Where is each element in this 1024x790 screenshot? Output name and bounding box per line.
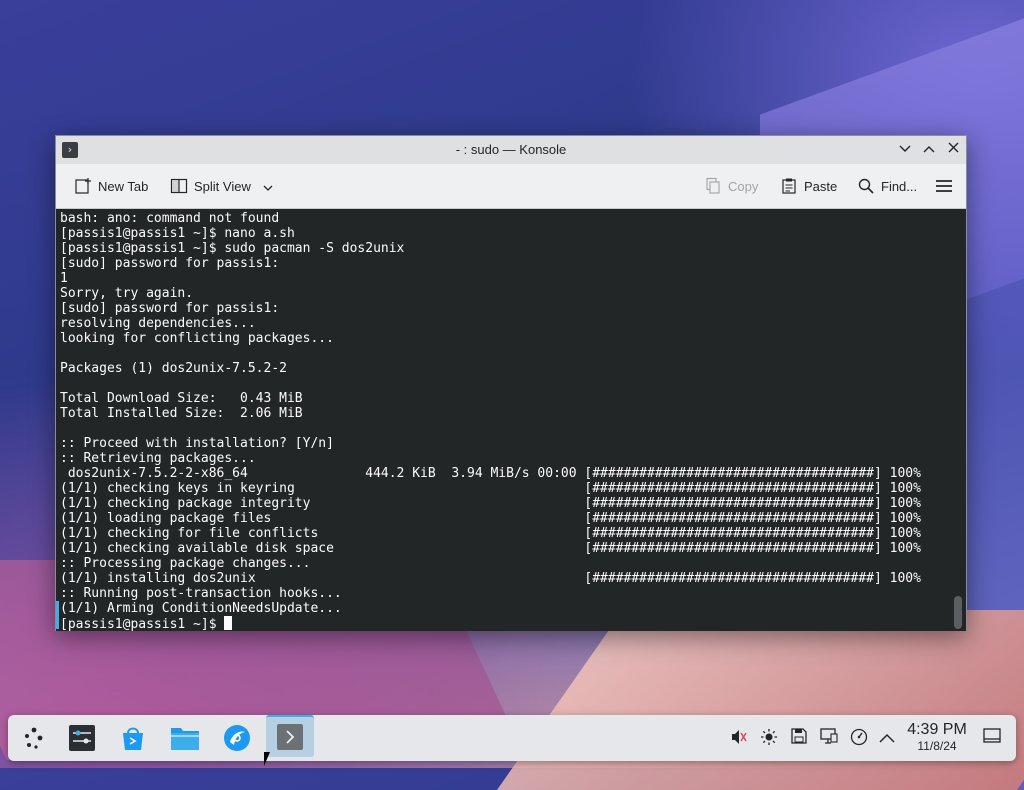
copy-button[interactable]: Copy [704,176,758,196]
terminal-line: resolving dependencies... [60,316,256,331]
new-tab-label: New Tab [98,178,149,194]
clock-date: 11/8/24 [917,739,957,753]
search-icon [857,177,875,195]
system-settings-icon [69,725,95,751]
terminal-text: bash: ano: command not found [passis1@pa… [56,209,966,631]
terminal-line: :: Retrieving packages... [60,451,256,466]
browser-icon [224,725,250,751]
hamburger-menu-button[interactable] [935,176,953,196]
paste-label: Paste [804,178,838,194]
expand-tray-icon[interactable] [877,728,897,748]
close-button[interactable] [943,140,963,160]
terminal-line: [passis1@passis1 ~]$ sudo pacman -S dos2… [60,241,405,256]
terminal-line: 1 [60,271,68,286]
terminal-line: Total Installed Size: 2.06 MiB [60,406,303,421]
toolbar: New Tab Split View Copy Paste Find... [56,164,966,209]
terminal-line: (1/1) installing dos2unix [#############… [60,571,921,586]
terminal-line: [sudo] password for passis1: [60,301,280,316]
paste-icon [780,177,798,195]
new-tab-button[interactable]: New Tab [74,176,148,196]
terminal-line: looking for conflicting packages... [60,331,334,346]
taskbar-dolphin[interactable] [166,719,204,757]
copy-label: Copy [728,178,759,194]
taskbar-browser[interactable] [218,719,256,757]
terminal-output[interactable]: bash: ano: command not found [passis1@pa… [56,209,966,631]
terminal-scrollbar[interactable] [954,596,962,629]
terminal-line: :: Running post-transaction hooks... [60,586,342,601]
maximize-button[interactable] [919,140,939,160]
dolphin-file-manager-icon [171,728,199,750]
hamburger-menu-icon [935,177,953,195]
active-line-marker [56,601,59,629]
chevron-down-icon [899,145,911,152]
terminal-line: :: Proceed with installation? [Y/n] [60,436,334,451]
clock[interactable]: 4:39 PM 11/8/24 [904,721,970,753]
terminal-line: (1/1) checking keys in keyring [########… [60,481,921,496]
terminal-line: [passis1@passis1 ~]$ nano a.sh [60,226,295,241]
taskbar-konsole[interactable] [266,715,314,757]
terminal-line: [passis1@passis1 ~]$ [60,617,225,631]
mouse-cursor [264,752,276,766]
brightness-icon[interactable] [759,728,779,748]
wallpaper-shape [496,610,1024,790]
terminal-cursor [224,616,233,630]
terminal-line: Total Download Size: 0.43 MiB [60,391,303,406]
taskbar: 4:39 PM 11/8/24 [8,715,1016,761]
close-icon [948,142,958,153]
chevron-up-icon [923,146,935,153]
konsole-terminal-icon [277,724,303,750]
find-button[interactable]: Find... [857,176,917,196]
show-desktop-button[interactable] [982,728,1002,748]
display-icon[interactable] [819,728,839,748]
minimize-button[interactable] [895,140,915,160]
terminal-line: (1/1) checking available disk space [###… [60,541,921,556]
copy-icon [704,177,722,195]
terminal-line: Packages (1) dos2unix-7.5.2-2 [60,361,287,376]
chevron-down-icon [263,179,273,194]
terminal-line: (1/1) Arming ConditionNeedsUpdate... [60,601,342,616]
split-view-button[interactable]: Split View [170,176,273,196]
network-icon[interactable] [849,728,869,748]
window-title: - : sudo — Konsole [455,142,567,157]
terminal-line: [sudo] password for passis1: [60,256,280,271]
clock-time: 4:39 PM [907,721,967,738]
terminal-line: dos2unix-7.5.2-2-x86_64 444.2 KiB 3.94 M… [60,466,921,481]
save-icon[interactable] [789,728,809,748]
split-view-label: Split View [194,178,251,194]
paste-button[interactable]: Paste [780,176,837,196]
find-label: Find... [881,178,918,194]
terminal-line: (1/1) checking package integrity [######… [60,496,921,511]
volume-muted-icon[interactable] [729,728,749,748]
terminal-line: bash: ano: command not found [60,211,280,226]
terminal-line: (1/1) checking for file conflicts [#####… [60,526,921,541]
title-bar[interactable]: › - : sudo — Konsole [56,136,966,164]
split-view-icon [170,177,188,195]
terminal-line: Sorry, try again. [60,286,194,301]
application-launcher-button[interactable] [15,719,53,757]
terminal-line: (1/1) loading package files [###########… [60,511,921,526]
new-tab-icon [74,177,92,195]
terminal-line: :: Processing package changes... [60,556,311,571]
konsole-window: › - : sudo — Konsole New Tab Split View [55,135,967,631]
discover-store-icon [123,727,143,750]
taskbar-discover[interactable] [114,719,152,757]
taskbar-system-settings[interactable] [63,719,101,757]
show-desktop-icon [983,728,1001,743]
application-launcher-icon [25,727,43,749]
